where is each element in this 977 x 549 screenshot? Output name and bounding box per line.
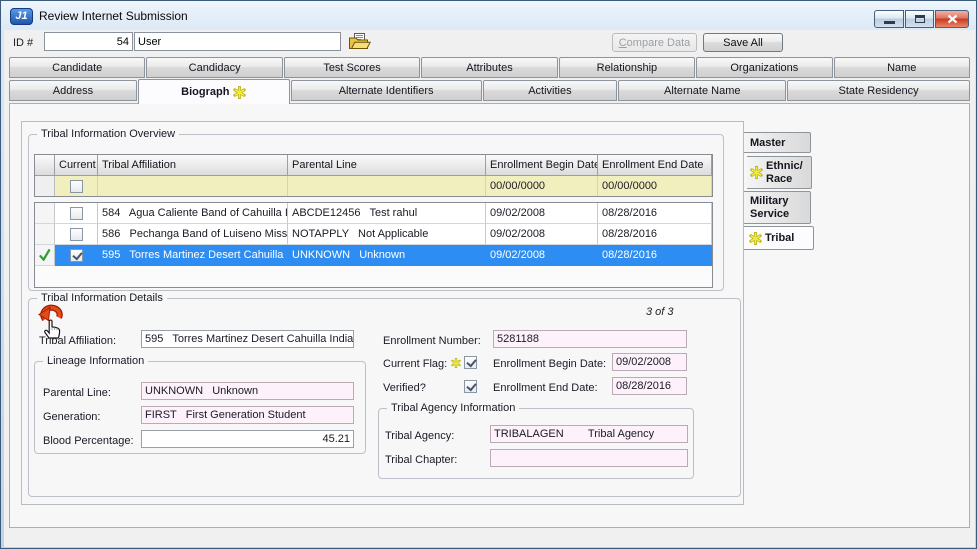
required-star-icon	[451, 358, 461, 368]
tab-organizations[interactable]: Organizations	[696, 57, 832, 78]
enrollment-end-field[interactable]: 08/28/2016	[612, 377, 687, 395]
close-button[interactable]	[935, 10, 969, 28]
row-current-checkbox[interactable]	[70, 228, 83, 241]
table-row[interactable]: 586 Pechanga Band of Luiseno Missio NOTA…	[35, 224, 712, 245]
tab-biograph[interactable]: Biograph	[138, 79, 290, 104]
tab-alternate-identifiers[interactable]: Alternate Identifiers	[291, 80, 482, 101]
table-row-selected[interactable]: 595 Torres Martinez Desert Cahuilla In U…	[35, 245, 712, 266]
blood-percentage-field[interactable]: 45.21	[141, 430, 354, 448]
refresh-icon[interactable]	[39, 308, 60, 321]
open-folder-icon	[348, 32, 371, 51]
minimize-button[interactable]	[874, 10, 904, 28]
overview-grid-body: 584 Agua Caliente Band of Cahuilla Ind A…	[34, 202, 713, 288]
row-current-checkbox[interactable]	[70, 207, 83, 220]
col-row-indicator	[35, 155, 55, 176]
new-row-current-checkbox[interactable]	[70, 180, 83, 193]
parental-line-field[interactable]: UNKNOWN Unknown	[141, 382, 354, 400]
tab-activities[interactable]: Activities	[483, 80, 618, 101]
parental-line-label: Parental Line:	[43, 387, 111, 399]
row-current-checkbox[interactable]	[70, 249, 83, 262]
new-row-end-date[interactable]: 00/00/0000	[598, 176, 712, 196]
new-row-affiliation-cell[interactable]	[98, 176, 288, 196]
app-logo-icon: J1	[10, 8, 33, 25]
titlebar: J1 Review Internet Submission	[1, 1, 976, 30]
current-flag-label: Current Flag:	[383, 358, 447, 370]
tribal-agency-field[interactable]: TRIBALAGEN Tribal Agency	[490, 425, 688, 443]
tab-address[interactable]: Address	[9, 80, 137, 101]
tribal-overview-title: Tribal Information Overview	[37, 128, 179, 140]
tab-relationship[interactable]: Relationship	[559, 57, 695, 78]
new-row-indicator	[35, 176, 55, 196]
tribal-agency-title: Tribal Agency Information	[387, 402, 519, 414]
col-parental-line[interactable]: Parental Line	[288, 155, 486, 176]
verified-label: Verified?	[383, 382, 426, 394]
maximize-button[interactable]	[905, 10, 934, 28]
tab-attributes[interactable]: Attributes	[421, 57, 557, 78]
id-label: ID #	[13, 37, 33, 49]
required-star-icon	[749, 232, 762, 245]
current-row-check-icon	[38, 248, 51, 261]
required-star-icon	[233, 86, 246, 99]
overview-grid-header: Current Tribal Affiliation Parental Line…	[34, 154, 713, 197]
table-row[interactable]: 584 Agua Caliente Band of Cahuilla Ind A…	[35, 203, 712, 224]
record-position: 3 of 3	[646, 306, 674, 318]
new-row-begin-date[interactable]: 00/00/0000	[486, 176, 598, 196]
compare-data-button[interactable]: Compare Data	[612, 33, 697, 52]
minimize-icon	[884, 21, 895, 24]
window-title: Review Internet Submission	[39, 9, 188, 23]
tab-candidate[interactable]: Candidate	[9, 57, 145, 78]
tribal-agency-label: Tribal Agency:	[385, 430, 454, 442]
col-enrollment-begin[interactable]: Enrollment Begin Date	[486, 155, 598, 176]
tab-state-residency[interactable]: State Residency	[787, 80, 970, 101]
tab-strip-bottom: Address Biograph Alternate Identifiers A…	[9, 80, 970, 104]
lineage-title: Lineage Information	[43, 355, 148, 367]
tab-strip-top: Candidate Candidacy Test Scores Attribut…	[9, 57, 970, 78]
tab-alternate-name[interactable]: Alternate Name	[618, 80, 786, 101]
generation-field[interactable]: FIRST First Generation Student	[141, 406, 354, 424]
tribal-chapter-field[interactable]	[490, 449, 688, 467]
close-icon	[947, 14, 958, 24]
enrollment-begin-field[interactable]: 09/02/2008	[612, 353, 687, 371]
generation-label: Generation:	[43, 411, 100, 423]
mouse-cursor-pointer	[45, 320, 60, 338]
compare-data-underline: C	[619, 37, 627, 49]
side-tab-tribal[interactable]: Tribal	[744, 226, 814, 250]
id-input[interactable]	[44, 32, 133, 51]
save-all-button[interactable]: Save All	[703, 33, 783, 52]
tribal-affiliation-field[interactable]: 595 Torres Martinez Desert Cahuilla Indi…	[141, 330, 354, 348]
col-enrollment-end[interactable]: Enrollment End Date	[598, 155, 712, 176]
side-tab-master[interactable]: Master	[744, 132, 811, 153]
browse-button[interactable]	[348, 32, 372, 52]
col-tribal-affiliation[interactable]: Tribal Affiliation	[98, 155, 288, 176]
grid-new-row[interactable]: 00/00/0000 00/00/0000	[35, 176, 712, 196]
tab-candidacy[interactable]: Candidacy	[146, 57, 282, 78]
app-window: J1 Review Internet Submission ID # Compa…	[0, 0, 977, 549]
enrollment-begin-label: Enrollment Begin Date:	[493, 358, 606, 370]
maximize-icon	[915, 15, 925, 23]
side-tab-military-service[interactable]: MilitaryService	[744, 191, 811, 224]
enrollment-end-label: Enrollment End Date:	[493, 382, 598, 394]
side-tab-ethnic-race[interactable]: Ethnic/Race	[747, 156, 812, 189]
blood-percentage-label: Blood Percentage:	[43, 435, 134, 447]
grid-header-row: Current Tribal Affiliation Parental Line…	[35, 155, 712, 176]
tribal-chapter-label: Tribal Chapter:	[385, 454, 457, 466]
current-flag-checkbox[interactable]	[464, 356, 477, 369]
enrollment-number-label: Enrollment Number:	[383, 335, 481, 347]
compare-data-label: ompare Data	[627, 37, 691, 49]
required-star-icon	[750, 166, 763, 179]
verified-checkbox[interactable]	[464, 380, 477, 393]
tribal-agency-groupbox: Tribal Agency Information	[378, 408, 694, 479]
new-row-parental-cell[interactable]	[288, 176, 486, 196]
enrollment-number-field[interactable]: 5281188	[493, 330, 687, 348]
tab-name[interactable]: Name	[834, 57, 970, 78]
col-current[interactable]: Current	[55, 155, 98, 176]
tab-test-scores[interactable]: Test Scores	[284, 57, 420, 78]
user-input[interactable]	[134, 32, 341, 51]
